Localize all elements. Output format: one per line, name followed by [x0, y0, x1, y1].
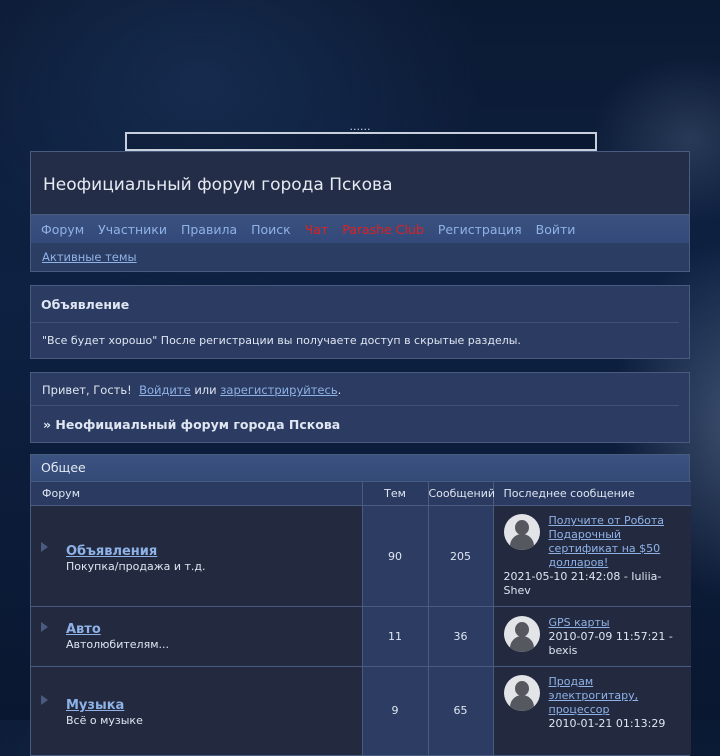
- last-post-link[interactable]: Продам электрогитару, процессор: [549, 675, 639, 716]
- forum-link-announcements[interactable]: Объявления: [66, 544, 362, 559]
- avatar: [503, 615, 540, 652]
- sub-nav: Активные темы: [30, 243, 690, 272]
- table-row: Авто Автолюбителям... 11 36 GPS карты 20…: [31, 606, 691, 667]
- or-text: или: [194, 383, 217, 397]
- last-post-cell: Получите от Робота Подарочный сертификат…: [493, 505, 691, 607]
- posts-count: 205: [428, 505, 494, 607]
- col-forum: Форум: [31, 481, 363, 506]
- main-nav: Форум Участники Правила Поиск Чат Parash…: [30, 215, 690, 243]
- category-general: Общее Форум Тем Сообщений Последнее сооб…: [30, 454, 691, 756]
- forum-description: Всё о музыке: [66, 714, 143, 728]
- nav-login[interactable]: Войти: [536, 222, 576, 237]
- topics-count: 90: [362, 505, 429, 607]
- forum-link-auto[interactable]: Авто: [66, 622, 362, 637]
- register-link[interactable]: зарегистрируйтесь: [220, 383, 337, 397]
- welcome-line: Привет, Гость! Войдите или зарегистрируй…: [31, 373, 679, 406]
- avatar: [503, 675, 540, 711]
- last-post-link[interactable]: Получите от Робота Подарочный сертификат…: [549, 514, 682, 570]
- forum-cell: Авто Автолюбителям...: [31, 606, 363, 667]
- forum-cell: Музыка Всё о музыке: [31, 666, 363, 755]
- forum-status-icon: [41, 542, 48, 552]
- announcement-box: Объявление "Все будет хорошо" После реги…: [30, 285, 690, 359]
- last-post-cell: Продам электрогитару, процессор 2010-01-…: [493, 666, 691, 755]
- nav-members[interactable]: Участники: [98, 222, 167, 237]
- welcome-box: Привет, Гость! Войдите или зарегистрируй…: [30, 372, 690, 443]
- forum-cell: Объявления Покупка/продажа и т.д.: [31, 505, 363, 607]
- forum-status-icon: [41, 695, 48, 705]
- forum-header: Неофициальный форум города Пскова: [30, 151, 690, 215]
- forum-container: Неофициальный форум города Пскова Форум …: [30, 151, 691, 756]
- col-last-post: Последнее сообщение: [493, 481, 691, 506]
- announcement-text: "Все будет хорошо" После регистрации вы …: [42, 334, 521, 347]
- last-post-cell: GPS карты 2010-07-09 11:57:21 - bexis: [493, 606, 691, 667]
- col-topics: Тем: [362, 481, 429, 506]
- forum-table: Форум Тем Сообщений Последнее сообщение …: [31, 481, 691, 755]
- last-post-link[interactable]: GPS карты: [549, 616, 610, 629]
- last-post-meta: 2021-05-10 21:42:08 - Iuliia-Shev: [503, 570, 662, 597]
- forum-description: Автолюбителям...: [66, 638, 169, 651]
- nav-parashe-club[interactable]: Parashe Club: [342, 222, 424, 237]
- active-topics-link[interactable]: Активные темы: [42, 250, 137, 264]
- avatar: [503, 514, 540, 550]
- nav-forum[interactable]: Форум: [41, 222, 84, 237]
- category-title: Общее: [31, 455, 689, 481]
- table-row: Объявления Покупка/продажа и т.д. 90 205…: [31, 505, 691, 607]
- announcement-title: Объявление: [31, 286, 679, 323]
- topics-count: 11: [362, 606, 429, 667]
- forum-title: Неофициальный форум города Пскова: [43, 175, 393, 195]
- breadcrumb: » Неофициальный форум города Пскова: [43, 417, 341, 432]
- table-row: Музыка Всё о музыке 9 65 Продам электрог…: [31, 666, 691, 755]
- greeting-text: Привет, Гость!: [42, 383, 132, 397]
- login-link[interactable]: Войдите: [139, 383, 191, 397]
- posts-count: 65: [428, 666, 494, 755]
- topics-count: 9: [362, 666, 429, 755]
- top-banner-frame: [125, 132, 597, 151]
- forum-link-music[interactable]: Музыка: [66, 698, 362, 713]
- nav-chat[interactable]: Чат: [305, 222, 329, 237]
- last-post-meta: 2010-07-09 11:57:21 - bexis: [548, 629, 673, 657]
- nav-register[interactable]: Регистрация: [438, 222, 522, 237]
- table-header-row: Форум Тем Сообщений Последнее сообщение: [31, 481, 691, 506]
- nav-rules[interactable]: Правила: [181, 222, 237, 237]
- nav-search[interactable]: Поиск: [251, 222, 291, 237]
- last-post-meta: 2010-01-21 01:13:29: [548, 717, 666, 730]
- forum-status-icon: [41, 622, 48, 632]
- posts-count: 36: [428, 606, 494, 667]
- forum-description: Покупка/продажа и т.д.: [66, 559, 206, 573]
- welcome-dot: .: [337, 383, 342, 397]
- col-posts: Сообщений: [428, 481, 495, 506]
